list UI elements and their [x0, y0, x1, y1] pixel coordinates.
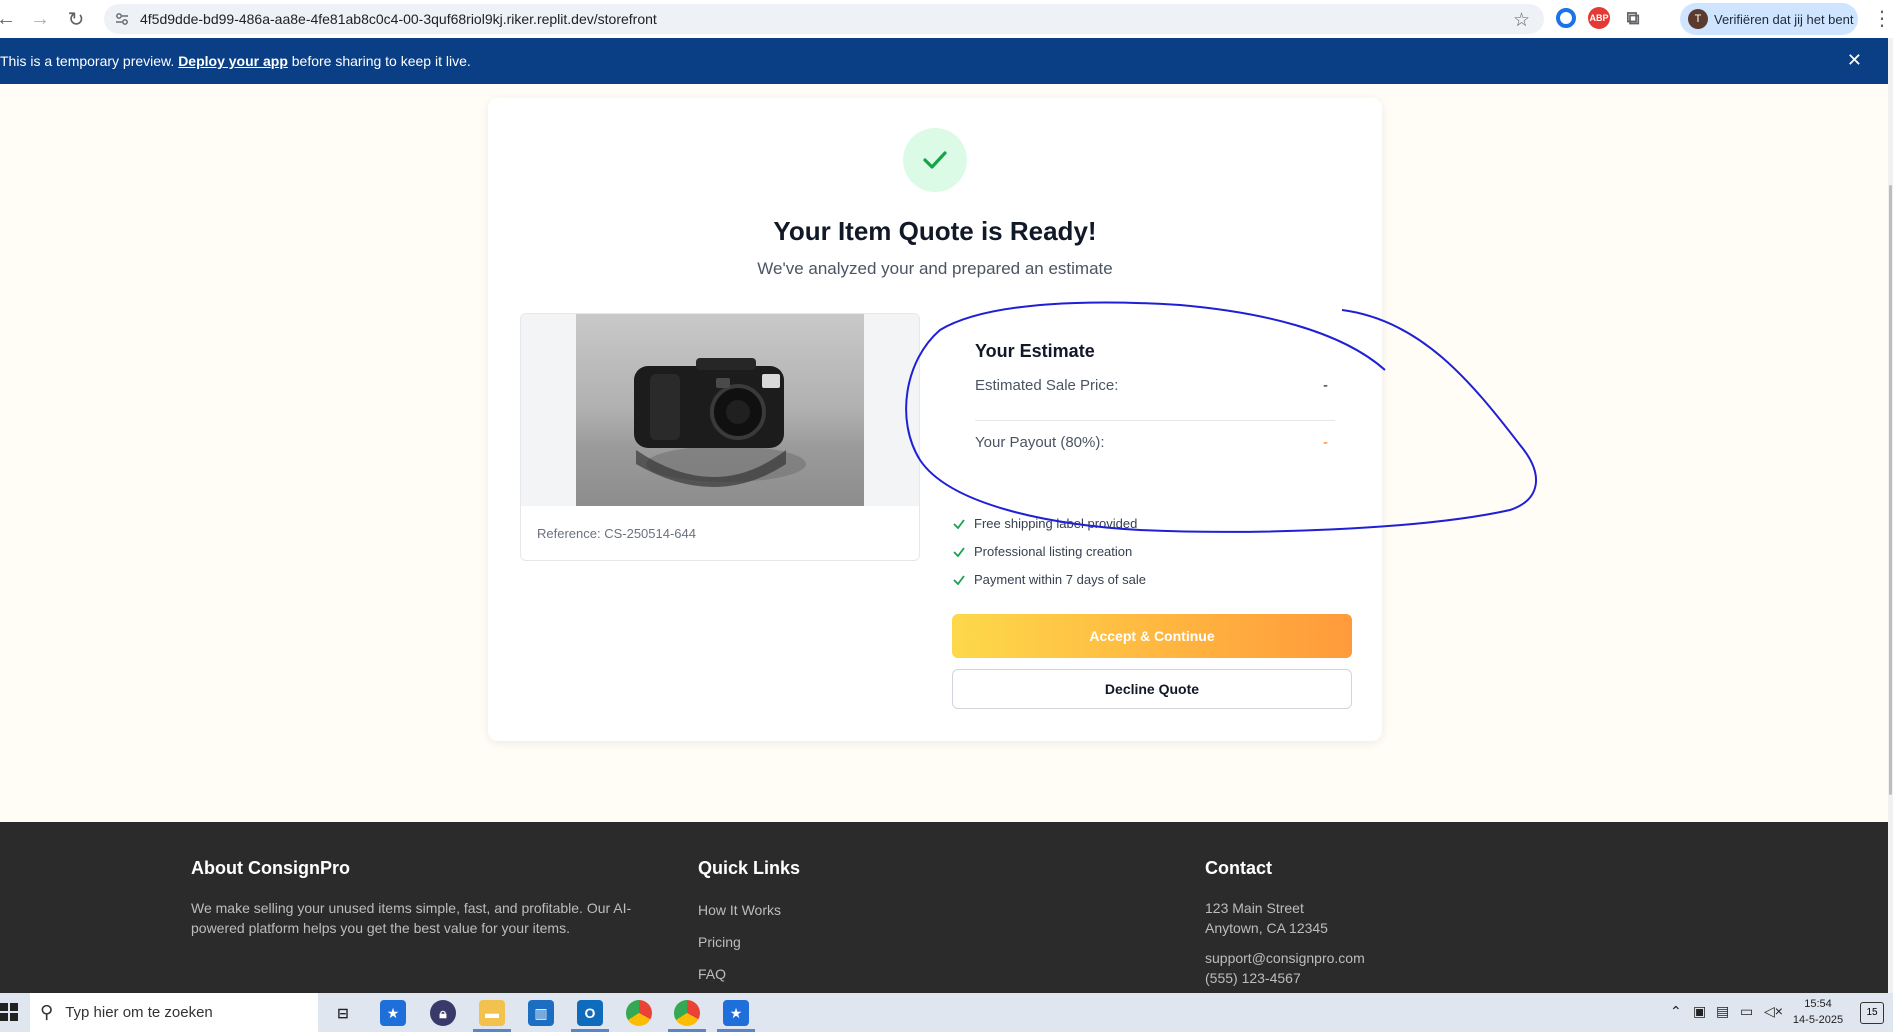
- page-subtitle: We've analyzed your and prepared an esti…: [757, 259, 1113, 278]
- file-explorer-icon[interactable]: ▬: [479, 1000, 505, 1026]
- bookmark-star-icon[interactable]: ☆: [1513, 9, 1530, 32]
- feature-item: Professional listing creation: [952, 544, 1132, 559]
- lock-app-icon[interactable]: 🔒︎: [430, 1000, 456, 1026]
- banner-text-after: before sharing to keep it live.: [291, 53, 471, 69]
- extensions-puzzle-icon[interactable]: ⧉: [1622, 7, 1644, 29]
- footer-link-pricing[interactable]: Pricing: [698, 934, 741, 950]
- footer-phone: (555) 123-4567: [1205, 970, 1301, 986]
- check-icon: [953, 574, 965, 585]
- feature-item: Free shipping label provided: [952, 516, 1137, 531]
- notification-count: 15: [1866, 1007, 1878, 1018]
- estimate-title: Your Estimate: [975, 341, 1095, 361]
- browser-toolbar: ← → ↻ 4f5d9dde-bd99-486a-aa8e-4fe81ab8c0…: [0, 0, 1893, 39]
- footer-address-line: 123 Main Street: [1205, 900, 1304, 916]
- adblock-icon[interactable]: ABP: [1588, 7, 1610, 29]
- star-app-icon[interactable]: ★: [380, 1000, 406, 1026]
- check-icon: [923, 151, 947, 169]
- tray-app-icon[interactable]: ▤: [1716, 1003, 1729, 1020]
- footer-about-text: We make selling your unused items simple…: [191, 898, 631, 938]
- scrollbar-thumb[interactable]: [1889, 185, 1892, 795]
- outlook-icon[interactable]: O: [577, 1000, 603, 1026]
- star-app-2-icon[interactable]: ★: [723, 1000, 749, 1026]
- feature-label: Professional listing creation: [974, 544, 1133, 559]
- notification-center-icon[interactable]: 15: [1860, 1002, 1884, 1024]
- adblock-label: ABP: [1589, 13, 1609, 23]
- success-check-badge: [903, 128, 967, 192]
- feature-label: Payment within 7 days of sale: [974, 572, 1146, 587]
- back-icon[interactable]: ←: [0, 5, 20, 33]
- extension-circle-icon[interactable]: [1556, 8, 1576, 28]
- decline-quote-button[interactable]: Decline Quote: [952, 669, 1352, 709]
- footer-link-faq[interactable]: FAQ: [698, 966, 726, 982]
- footer-address: 123 Main Street Anytown, CA 12345: [1205, 898, 1328, 938]
- footer-about-line: We make selling your unused items simple…: [191, 900, 632, 916]
- footer-links-heading: Quick Links: [698, 858, 801, 878]
- banner-text: This is a temporary preview. Deploy your…: [0, 53, 471, 69]
- network-icon[interactable]: ▭: [1740, 1003, 1753, 1020]
- footer-contact-info: support@consignpro.com (555) 123-4567: [1205, 948, 1365, 988]
- feature-item: Payment within 7 days of sale: [952, 572, 1146, 587]
- site-settings-icon[interactable]: [114, 11, 130, 27]
- payout-label: Your Payout (80%):: [975, 434, 1105, 451]
- quote-card: Your Item Quote is Ready! We've analyzed…: [488, 98, 1382, 741]
- check-icon: [953, 546, 965, 557]
- close-icon[interactable]: ✕: [1847, 50, 1862, 71]
- meet-icon[interactable]: ▣: [1693, 1003, 1706, 1020]
- extension-icons: ABP ⧉: [1556, 7, 1644, 29]
- profile-verify-label: Verifiëren dat jij het bent: [1714, 11, 1854, 27]
- tray-chevron-icon[interactable]: ⌃: [1670, 1003, 1682, 1020]
- windows-taskbar: ⚲ Typ hier om te zoeken ⊟ ★ 🔒︎ ▬ ▥ O ★ ⌃…: [0, 993, 1893, 1032]
- site-footer: About ConsignPro We make selling your un…: [0, 822, 1888, 993]
- clock-date: 14-5-2025: [1792, 1014, 1844, 1026]
- windows-start-icon[interactable]: [0, 1003, 18, 1021]
- estimate-divider: [975, 420, 1335, 421]
- deploy-app-link[interactable]: Deploy your app: [178, 53, 288, 69]
- task-view-icon[interactable]: ⊟: [330, 1000, 356, 1026]
- taskbar-search-placeholder: Typ hier om te zoeken: [65, 1004, 213, 1021]
- item-photo: [576, 314, 864, 506]
- volume-muted-icon[interactable]: ◁×: [1764, 1003, 1783, 1020]
- chrome-profile-n-icon[interactable]: [626, 1000, 652, 1026]
- url-text: 4f5d9dde-bd99-486a-aa8e-4fe81ab8c0c4-00-…: [140, 11, 657, 27]
- taskbar-search-input[interactable]: ⚲ Typ hier om te zoeken: [30, 993, 318, 1032]
- preview-banner: This is a temporary preview. Deploy your…: [0, 38, 1888, 84]
- forward-icon[interactable]: →: [26, 5, 54, 33]
- accept-continue-button[interactable]: Accept & Continue: [952, 614, 1352, 658]
- address-bar[interactable]: 4f5d9dde-bd99-486a-aa8e-4fe81ab8c0c4-00-…: [104, 4, 1544, 34]
- browser-menu-icon[interactable]: ⋮: [1872, 6, 1892, 31]
- footer-about-heading: About ConsignPro: [191, 858, 350, 878]
- item-panel: Reference: CS-250514-644: [520, 313, 920, 561]
- page-title: Your Item Quote is Ready!: [773, 216, 1097, 246]
- item-reference: Reference: CS-250514-644: [537, 526, 696, 541]
- chrome-profile-t-icon[interactable]: [674, 1000, 700, 1026]
- footer-email[interactable]: support@consignpro.com: [1205, 948, 1365, 968]
- footer-about-line: powered platform helps you get the best …: [191, 920, 570, 936]
- avatar: T: [1688, 9, 1708, 29]
- footer-address-line: Anytown, CA 12345: [1205, 920, 1328, 936]
- estimated-sale-value: -: [1323, 377, 1328, 394]
- taskbar-clock[interactable]: 15:54 14-5-2025: [1788, 996, 1848, 1028]
- footer-contact-heading: Contact: [1205, 858, 1272, 878]
- clock-time: 15:54: [1804, 998, 1832, 1010]
- check-icon: [953, 518, 965, 529]
- estimated-sale-label: Estimated Sale Price:: [975, 377, 1119, 394]
- camera-image: [634, 358, 806, 487]
- feature-label: Free shipping label provided: [974, 516, 1138, 531]
- reload-icon[interactable]: ↻: [62, 5, 90, 33]
- trello-icon[interactable]: ▥: [528, 1000, 554, 1026]
- payout-value: -: [1323, 434, 1328, 451]
- search-icon: ⚲: [40, 1002, 54, 1022]
- profile-verify-button[interactable]: T Verifiëren dat jij het bent: [1680, 3, 1858, 35]
- banner-text-before: This is a temporary preview.: [0, 53, 175, 69]
- footer-link-how-it-works[interactable]: How It Works: [698, 902, 781, 918]
